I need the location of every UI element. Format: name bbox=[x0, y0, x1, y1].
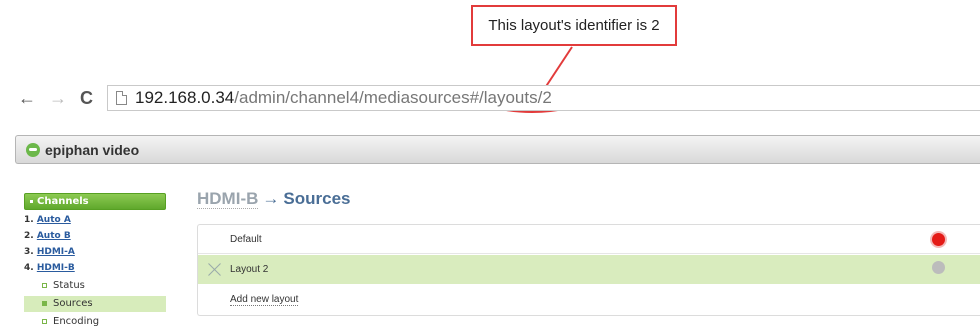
layout-row-default[interactable]: Default bbox=[198, 225, 980, 254]
sidebar-item-label: Sources bbox=[53, 298, 93, 309]
page-title: HDMI-B → Sources bbox=[197, 189, 350, 209]
sidebar-item-sources[interactable]: Sources bbox=[24, 296, 166, 312]
sidebar-item-label: Status bbox=[53, 280, 85, 291]
layout-label: Layout 2 bbox=[230, 264, 269, 275]
bullet-icon bbox=[30, 199, 33, 203]
url-host: 192.168.0.34 bbox=[135, 88, 235, 107]
bullet-icon bbox=[42, 282, 47, 288]
inactive-status-icon[interactable] bbox=[932, 261, 945, 274]
channel-number: 4. bbox=[24, 263, 34, 273]
active-status-icon[interactable] bbox=[932, 233, 945, 246]
bullet-icon bbox=[42, 318, 47, 324]
page-title-channel[interactable]: HDMI-B bbox=[197, 189, 259, 209]
forward-button[interactable]: → bbox=[49, 88, 67, 108]
address-bar[interactable]: 192.168.0.34/admin/channel4/mediasources… bbox=[107, 85, 980, 111]
add-layout-row: Add new layout bbox=[198, 285, 980, 314]
channel-link[interactable]: HDMI-B bbox=[37, 263, 75, 273]
add-new-layout-link[interactable]: Add new layout bbox=[230, 294, 299, 306]
channel-number: 3. bbox=[24, 247, 34, 257]
epiphan-logo-icon bbox=[26, 142, 40, 157]
url-path: /admin/channel4/mediasources#/layouts/2 bbox=[234, 88, 552, 107]
page-title-section: Sources bbox=[283, 189, 351, 208]
layout-row-layout-2[interactable]: Layout 2 bbox=[198, 255, 980, 284]
page-title-arrow: → bbox=[262, 189, 280, 208]
sidebar-header-channels[interactable]: Channels bbox=[24, 193, 166, 210]
back-button[interactable]: ← bbox=[18, 88, 36, 108]
sidebar-channel-2[interactable]: 2. Auto B bbox=[24, 231, 71, 241]
bullet-icon bbox=[42, 300, 47, 306]
sidebar-channel-4[interactable]: 4. HDMI-B bbox=[24, 263, 75, 273]
delete-icon[interactable] bbox=[208, 262, 222, 276]
page-icon bbox=[116, 91, 127, 105]
brand-name: epiphan video bbox=[45, 141, 140, 158]
callout-text: This layout's identifier is 2 bbox=[488, 17, 660, 34]
sidebar-channel-3[interactable]: 3. HDMI-A bbox=[24, 247, 75, 257]
sidebar-channel-1[interactable]: 1. Auto A bbox=[24, 215, 71, 225]
sidebar-item-status[interactable]: Status bbox=[24, 278, 166, 294]
brand-header: epiphan video bbox=[15, 135, 980, 164]
channel-link[interactable]: HDMI-A bbox=[37, 247, 75, 257]
channel-number: 1. bbox=[24, 215, 34, 225]
layouts-list: Default Layout 2 Add new layout bbox=[197, 224, 980, 316]
channel-link[interactable]: Auto A bbox=[37, 215, 71, 225]
annotation-callout: This layout's identifier is 2 bbox=[471, 5, 677, 46]
layout-label: Default bbox=[230, 234, 262, 245]
sidebar-item-label: Encoding bbox=[53, 316, 100, 327]
sidebar-item-encoding[interactable]: Encoding bbox=[24, 314, 166, 330]
reload-button[interactable]: C bbox=[80, 88, 93, 108]
channel-number: 2. bbox=[24, 231, 34, 241]
sidebar-header-label: Channels bbox=[37, 196, 89, 207]
channel-link[interactable]: Auto B bbox=[37, 231, 71, 241]
